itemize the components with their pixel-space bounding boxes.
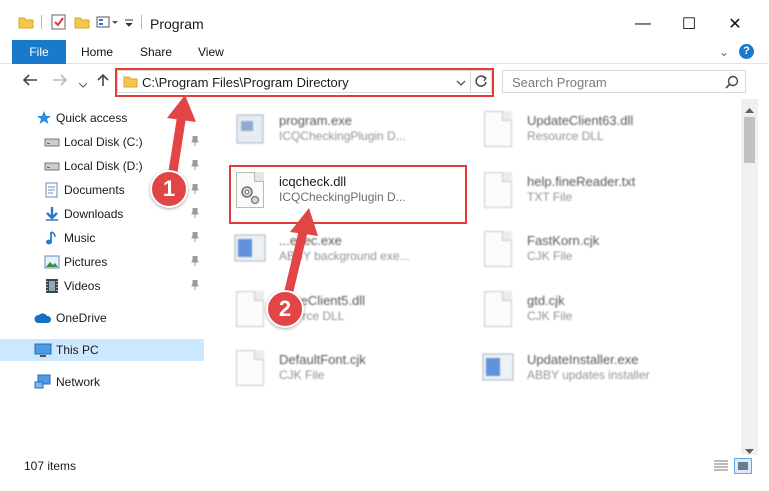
arrow-to-icqcheck: [282, 223, 309, 304]
step-1-badge: 1: [150, 170, 188, 208]
arrowhead-to-icqcheck: [290, 208, 318, 236]
status-bar: 107 items: [0, 455, 769, 491]
step-2-badge: 2: [266, 290, 304, 328]
arrow-to-address-bar: [167, 109, 187, 183]
arrowhead-to-address-bar: [167, 95, 196, 122]
large-icons-view-icon[interactable]: [734, 458, 752, 474]
details-view-icon[interactable]: [713, 459, 729, 476]
annotation-arrows: [167, 95, 318, 304]
item-count: 107 items: [24, 459, 77, 473]
